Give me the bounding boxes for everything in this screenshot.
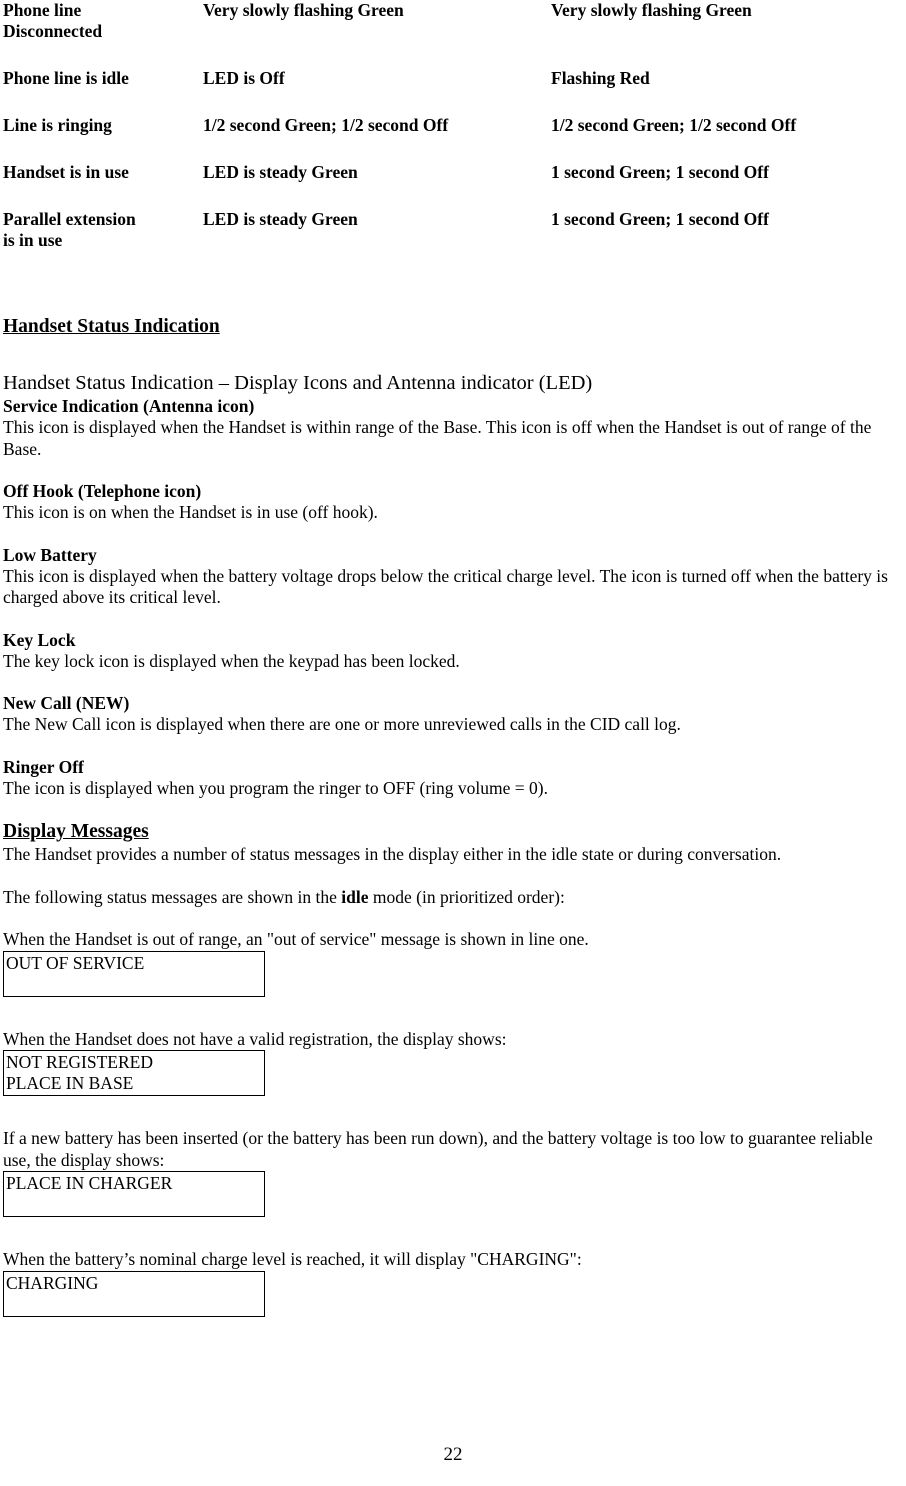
handset-led-cell: 1 second Green; 1 second Off [551,162,769,182]
handset-status-intro: Handset Status Indication – Display Icon… [3,372,593,394]
prioritized-order-note: The following status messages are shown … [3,887,903,909]
service-indication-description: This icon is displayed when the Handset … [3,417,872,459]
led-state-cell: Phone line Disconnected [3,0,103,41]
table-row: Phone line Disconnected Very slowly flash… [3,0,903,68]
base-led-cell: LED is Off [203,68,285,88]
low-battery-description: This icon is displayed when the battery … [3,565,888,608]
lcd-line-1: NOT REGISTERED [6,1052,153,1072]
low-battery-label: Low Battery [3,544,97,565]
led-status-table: Phone line Disconnected Very slowly flash… [3,0,903,251]
prioritized-note-after: mode (in prioritized order): [368,886,565,907]
display-messages-heading-wrap: Display Messages [3,820,903,844]
display-messages-intro: The Handset provides a number of status … [3,844,782,864]
handset-led-cell: Very slowly flashing Green [551,0,752,20]
off-hook-label: Off Hook (Telephone icon) [3,481,202,501]
handset-status-heading: Handset Status Indication [3,316,220,337]
lcd-line-1: PLACE IN CHARGER [6,1173,173,1193]
prioritized-note-bold: idle [341,886,369,907]
table-row: Line is ringing 1/2 second Green; 1/2 se… [3,115,903,162]
table-row: Phone line is idle LED is Off Flashing R… [3,68,903,115]
key-lock-label: Key Lock [3,629,76,650]
document-page: Phone line Disconnected Very slowly flash… [0,0,906,1486]
display-messages-heading: Display Messages [3,821,149,842]
lcd-line-1: CHARGING [6,1272,99,1293]
base-led-cell: LED is steady Green [203,209,358,229]
base-led-cell: Very slowly flashing Green [203,0,404,20]
handset-led-cell: Flashing Red [551,68,650,88]
new-call-label: New Call (NEW) [3,693,130,713]
base-led-cell: 1/2 second Green; 1/2 second Off [203,115,449,135]
lcd-line-2: PLACE IN BASE [6,1073,134,1093]
ringer-off-label: Ringer Off [3,756,84,777]
off-hook-description: This icon is on when the Handset is in u… [3,502,378,522]
lcd-line-1: OUT OF SERVICE [6,952,145,973]
led-state-cell: Handset is in use [3,162,129,182]
place-in-charger-caption: If a new battery has been inserted (or t… [3,1128,873,1170]
not-registered-caption: When the Handset does not have a valid r… [3,1028,507,1049]
lcd-display-out-of-service: OUT OF SERVICE [3,950,265,997]
led-state-cell: Phone line is idle [3,68,129,88]
handset-status-heading-wrap: Handset Status Indication [3,315,903,339]
lcd-display-place-in-charger: PLACE IN CHARGER [3,1171,265,1217]
base-led-cell: LED is steady Green [203,162,358,182]
table-row: Handset is in use LED is steady Green 1 … [3,162,903,209]
charging-caption: When the battery’s nominal charge level … [3,1249,582,1269]
lcd-display-not-registered: NOT REGISTERED PLACE IN BASE [3,1050,265,1096]
prioritized-note-before: The following status messages are shown … [3,886,342,907]
handset-led-cell: 1 second Green; 1 second Off [551,209,769,229]
key-lock-description: The key lock icon is displayed when the … [3,650,460,671]
lcd-display-charging: CHARGING [3,1270,265,1317]
new-call-description: The New Call icon is displayed when ther… [3,714,681,734]
out-of-service-caption: When the Handset is out of range, an "ou… [3,929,589,949]
table-row: Parallel extension is in use LED is stead… [3,209,903,251]
ringer-off-description: The icon is displayed when you program t… [3,777,548,798]
led-state-cell: Parallel extension is in use [3,209,136,250]
handset-led-cell: 1/2 second Green; 1/2 second Off [551,115,797,135]
service-indication-label: Service Indication (Antenna icon) [3,396,255,416]
page-number: 22 [443,1444,463,1465]
led-state-cell: Line is ringing [3,115,112,135]
